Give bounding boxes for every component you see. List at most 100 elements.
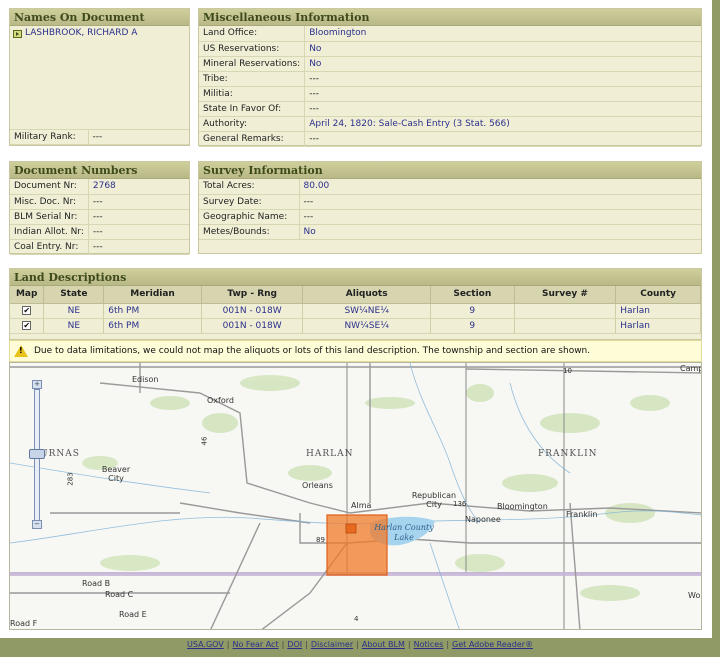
twp-rng-cell: 001N - 018W	[201, 303, 304, 319]
land-col-section: Section	[430, 286, 515, 304]
meridian-cell: 6th PM	[103, 318, 202, 334]
place-road-b: Road B	[82, 579, 111, 588]
footer-separator: |	[226, 640, 230, 649]
misc-row: Tribe: ---	[199, 71, 701, 87]
docnum-value: ---	[88, 194, 189, 210]
land-col-map: Map	[10, 286, 45, 304]
highlighted-aliquot[interactable]	[345, 523, 357, 534]
map-checkbox-box[interactable]: ✔	[22, 320, 32, 330]
route-shield-283: 283	[66, 472, 75, 486]
place-franklin: Franklin	[566, 510, 598, 519]
footer-link[interactable]: Get Adobe Reader®	[452, 640, 533, 649]
docnum-row: BLM Serial Nr: ---	[10, 209, 189, 225]
survey-value: ---	[299, 194, 701, 210]
docnum-value: 2768	[88, 179, 189, 195]
footer-separator: |	[356, 640, 359, 649]
misc-label: General Remarks:	[199, 131, 306, 147]
misc-row: Authority: April 24, 1820: Sale-Cash Entr…	[199, 116, 701, 132]
place-road-e: Road E	[119, 610, 147, 619]
map-checkbox[interactable]: ✔	[10, 303, 45, 319]
footer-link[interactable]: USA.GOV	[187, 640, 224, 649]
map-checkbox-box[interactable]: ✔	[22, 305, 32, 315]
misc-label: Mineral Reservations:	[199, 56, 306, 72]
state-cell: NE	[43, 303, 105, 319]
military-rank-value: ---	[88, 129, 189, 145]
place-road-f: Road F	[10, 619, 38, 628]
misc-label: Militia:	[199, 86, 306, 102]
land-table: Map State Meridian Twp - Rng Aliquots Section…	[10, 286, 701, 334]
military-rank-label: Military Rank:	[10, 129, 89, 145]
warning-icon	[14, 345, 28, 357]
footer-separator: |	[305, 640, 308, 649]
survey-value: 80.00	[299, 179, 701, 195]
county-label-furnas: URNAS	[40, 449, 80, 459]
page: Names On Document LASHBROOK, RICHARD A M…	[0, 0, 712, 638]
land-panel: Land Descriptions Map State Meridian Twp - …	[9, 268, 702, 340]
land-col-survey-#: Survey #	[514, 286, 617, 304]
warning-text: Due to data limitations, we could not ma…	[34, 346, 591, 356]
names-panel: Names On Document LASHBROOK, RICHARD A M…	[9, 8, 190, 146]
patentee-name[interactable]: LASHBROOK, RICHARD A	[25, 26, 137, 41]
survey-row: Geographic Name: ---	[199, 209, 701, 225]
zoom-in-button[interactable]: +	[32, 380, 42, 389]
aliquots-cell: NW¼SE¼	[302, 318, 431, 334]
land-col-twp-rng: Twp - Rng	[201, 286, 304, 304]
misc-value: No	[304, 41, 701, 57]
zoom-slider-handle[interactable]	[29, 449, 45, 459]
footer: USA.GOV | No Fear Act | DOI | Disclaimer | About…	[0, 640, 720, 657]
docnum-row: Coal Entry. Nr: ---	[10, 239, 189, 255]
survey-panel: Survey Information Total Acres: 80.00 Surv…	[198, 161, 702, 254]
docnum-value: ---	[88, 239, 189, 255]
misc-label: US Reservations:	[199, 41, 306, 57]
docnum-row: Indian Allot. Nr: ---	[10, 224, 189, 240]
land-col-meridian: Meridian	[103, 286, 202, 304]
land-col-aliquots: Aliquots	[302, 286, 431, 304]
state-cell: NE	[43, 318, 105, 334]
survey-label: Survey Date:	[199, 194, 300, 210]
misc-value: ---	[304, 131, 701, 147]
footer-link[interactable]: No Fear Act	[232, 640, 278, 649]
footer-link[interactable]: About BLM	[362, 640, 405, 649]
county-cell: Harlan	[615, 318, 701, 334]
survey-cell	[514, 303, 617, 319]
misc-row: Land Office: Bloomington	[199, 26, 701, 42]
docnum-row: Document Nr: 2768	[10, 179, 189, 195]
misc-row: State In Favor Of: ---	[199, 101, 701, 117]
survey-row: Metes/Bounds: No	[199, 224, 701, 240]
county-label-franklin: FRANKLIN	[538, 449, 598, 459]
misc-panel: Miscellaneous Information Land Office: Bl…	[198, 8, 702, 147]
survey-label: Metes/Bounds:	[199, 224, 300, 240]
zoom-out-button[interactable]: −	[32, 520, 42, 529]
table-row: ✔ NE 6th PM 001N - 018W SW¼NE¼ 9 Harlan	[10, 303, 701, 319]
place-alma: Alma	[351, 501, 372, 510]
name-row[interactable]: LASHBROOK, RICHARD A	[10, 26, 189, 41]
docnums-table: Document Nr: 2768 Misc. Doc. Nr: --- BLM Ser…	[10, 179, 189, 255]
footer-link[interactable]: DOI	[287, 640, 302, 649]
misc-value: Bloomington	[304, 26, 701, 42]
map-checkbox[interactable]: ✔	[10, 318, 45, 334]
footer-separator: |	[281, 640, 285, 649]
footer-separator: |	[446, 640, 450, 649]
place-naponee: Naponee	[465, 515, 501, 524]
meridian-cell: 6th PM	[103, 303, 202, 319]
footer-link[interactable]: Disclaimer	[311, 640, 353, 649]
survey-label: Total Acres:	[199, 179, 300, 195]
place-camp: Camp	[680, 364, 702, 373]
docnum-label: BLM Serial Nr:	[10, 209, 89, 225]
land-title: Land Descriptions	[10, 269, 701, 286]
document-icon[interactable]	[13, 29, 22, 38]
land-map[interactable]: URNAS HARLAN FRANKLIN Edison Oxford Beav…	[9, 362, 702, 630]
docnum-label: Misc. Doc. Nr:	[10, 194, 89, 210]
land-col-state: State	[43, 286, 105, 304]
misc-value: April 24, 1820: Sale-Cash Entry (3 Stat.…	[304, 116, 701, 132]
misc-value: ---	[304, 101, 701, 117]
route-shield-4: 4	[354, 615, 359, 623]
docnums-panel: Document Numbers Document Nr: 2768 Misc. D…	[9, 161, 190, 255]
footer-link[interactable]: Notices	[414, 640, 444, 649]
place-bloomington: Bloomington	[497, 502, 548, 511]
survey-row: Total Acres: 80.00	[199, 179, 701, 195]
docnum-label: Document Nr:	[10, 179, 89, 195]
route-shield-89: 89	[316, 536, 325, 544]
survey-value: No	[299, 224, 701, 240]
land-col-county: County	[615, 286, 701, 304]
